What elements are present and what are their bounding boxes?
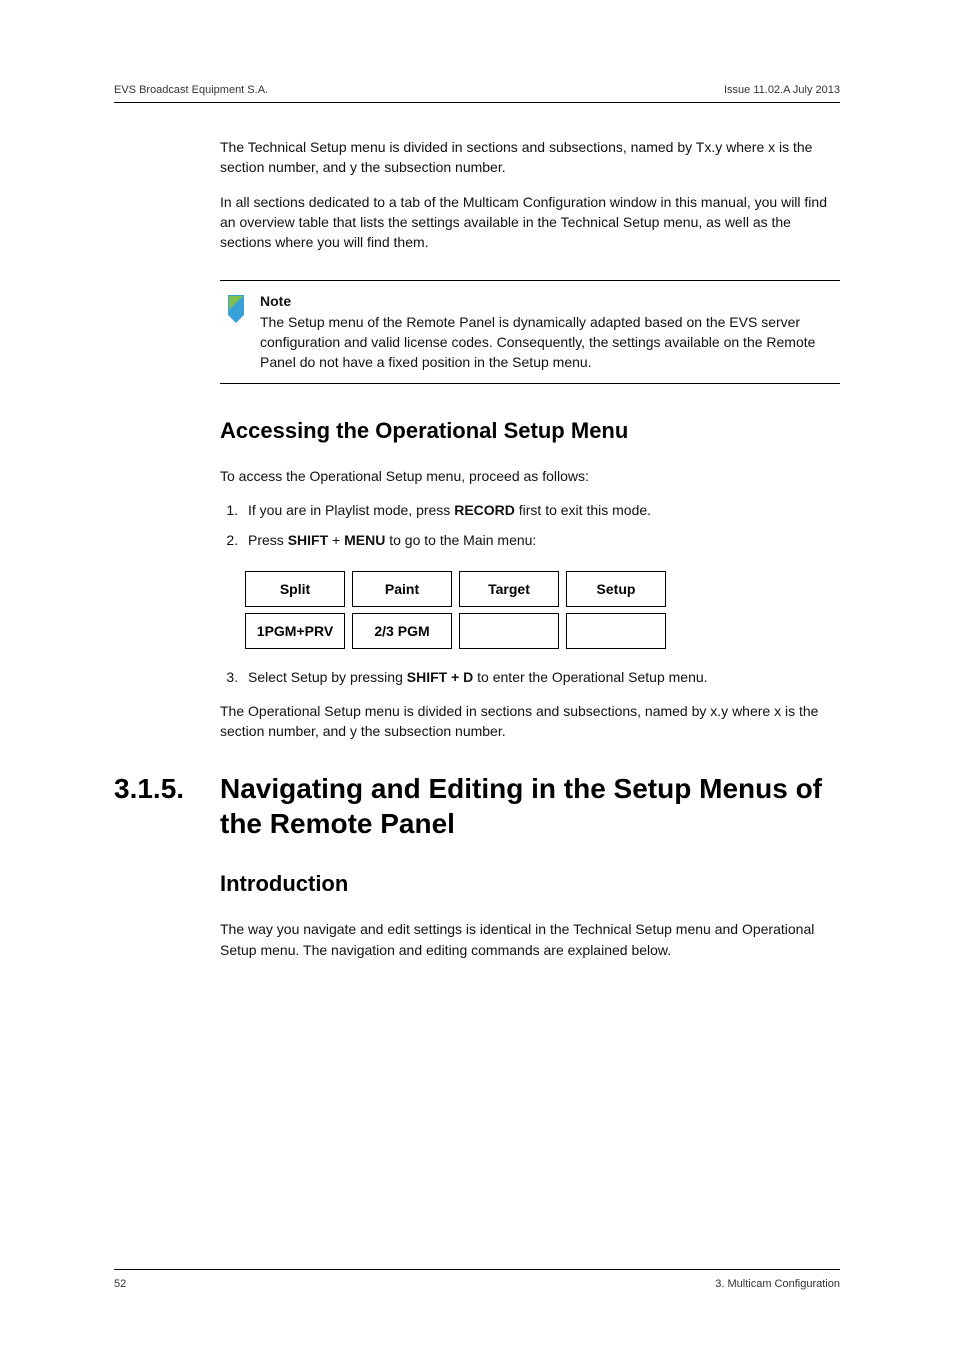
heading-accessing: Accessing the Operational Setup Menu xyxy=(220,418,840,444)
menu-split: Split xyxy=(245,571,345,607)
footer-page-number: 52 xyxy=(114,1278,126,1290)
steps-list-continued: Select Setup by pressing SHIFT + D to en… xyxy=(220,667,840,687)
section-number: 3.1.5. xyxy=(114,772,220,806)
step-3: Select Setup by pressing SHIFT + D to en… xyxy=(242,667,840,687)
footer-chapter: 3. Multicam Configuration xyxy=(715,1278,840,1290)
section-title: Navigating and Editing in the Setup Menu… xyxy=(220,771,840,841)
paragraph-all-sections: In all sections dedicated to a tab of th… xyxy=(220,192,840,253)
page-footer: 52 3. Multicam Configuration xyxy=(114,1269,840,1290)
note-tag-icon xyxy=(220,291,260,330)
header-left: EVS Broadcast Equipment S.A. xyxy=(114,84,268,96)
steps-list: If you are in Playlist mode, press RECOR… xyxy=(220,500,840,551)
section-heading-row: 3.1.5. Navigating and Editing in the Set… xyxy=(114,771,840,841)
note-block: Note The Setup menu of the Remote Panel … xyxy=(220,280,840,383)
menu-23pgm: 2/3 PGM xyxy=(352,613,452,649)
paragraph-tech-setup: The Technical Setup menu is divided in s… xyxy=(220,137,840,178)
menu-paint: Paint xyxy=(352,571,452,607)
menu-1pgm-prv: 1PGM+PRV xyxy=(245,613,345,649)
paragraph-access-intro: To access the Operational Setup menu, pr… xyxy=(220,466,840,486)
step-1: If you are in Playlist mode, press RECOR… xyxy=(242,500,840,520)
header-right: Issue 11.02.A July 2013 xyxy=(724,84,840,96)
heading-introduction: Introduction xyxy=(220,871,840,897)
paragraph-op-setup: The Operational Setup menu is divided in… xyxy=(220,701,840,742)
menu-target: Target xyxy=(459,571,559,607)
page: EVS Broadcast Equipment S.A. Issue 11.02… xyxy=(0,0,954,1350)
content-area-2: Introduction The way you navigate and ed… xyxy=(114,871,840,960)
page-header: EVS Broadcast Equipment S.A. Issue 11.02… xyxy=(114,84,840,103)
note-body: The Setup menu of the Remote Panel is dy… xyxy=(260,314,815,371)
menu-setup: Setup xyxy=(566,571,666,607)
main-menu-table: Split Paint Target Setup 1PGM+PRV 2/3 PG… xyxy=(238,565,673,655)
content-area: The Technical Setup menu is divided in s… xyxy=(114,137,840,741)
menu-empty-2 xyxy=(566,613,666,649)
note-title: Note xyxy=(260,291,840,311)
note-text: Note The Setup menu of the Remote Panel … xyxy=(260,291,840,372)
step-2: Press SHIFT + MENU to go to the Main men… xyxy=(242,530,840,550)
paragraph-introduction: The way you navigate and edit settings i… xyxy=(220,919,840,960)
menu-empty-1 xyxy=(459,613,559,649)
